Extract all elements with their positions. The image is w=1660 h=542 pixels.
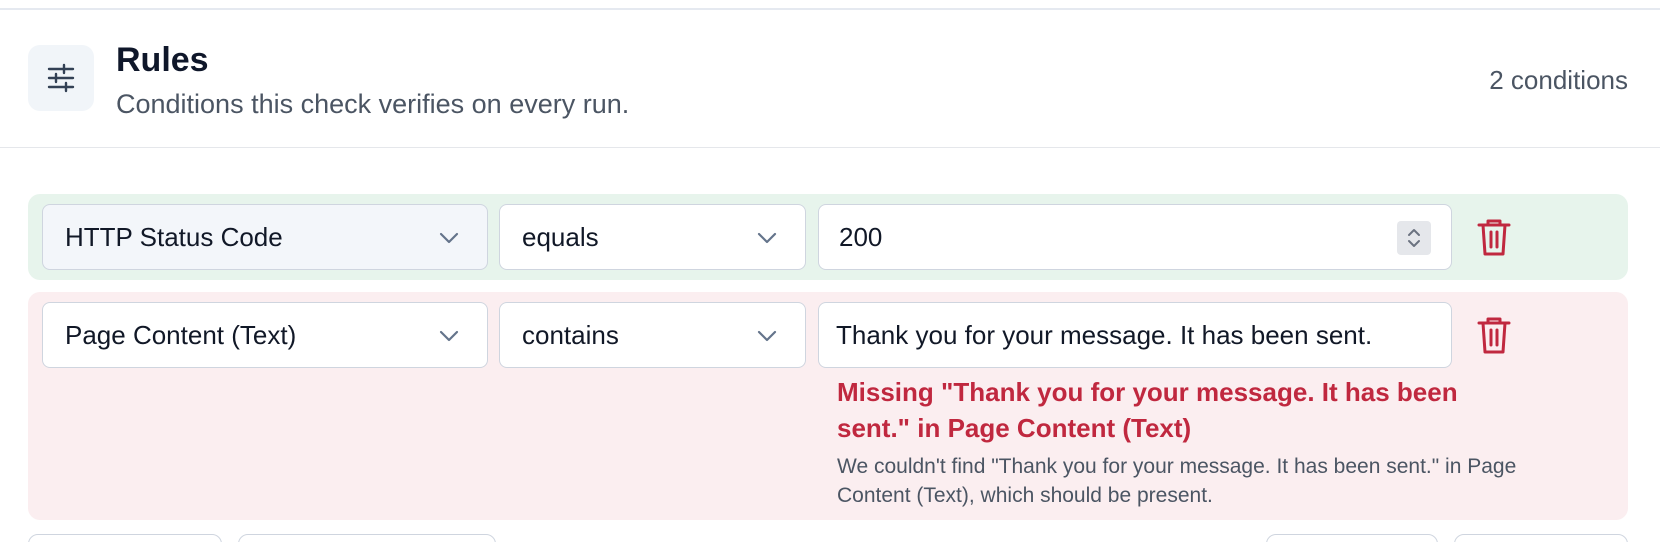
chevron-down-icon (439, 232, 459, 244)
rules-header: Rules Conditions this check verifies on … (0, 10, 1660, 148)
value-input-text: 200 (839, 221, 883, 252)
field-select-value: HTTP Status Code (65, 221, 283, 252)
rule-row-fail: Page Content (Text) contains Thank you f… (28, 292, 1628, 520)
error-detail: We couldn't find "Thank you for your mes… (837, 455, 1517, 507)
stepper-arrows-icon (1408, 229, 1420, 247)
operator-select[interactable]: contains (499, 302, 806, 368)
conditions-count: 2 conditions (1489, 65, 1628, 95)
footer-button[interactable] (238, 534, 496, 542)
operator-select-value: equals (522, 221, 599, 252)
section-title: Rules (116, 41, 209, 79)
chevron-down-icon (757, 330, 777, 342)
chevron-down-icon (439, 330, 459, 342)
footer-button[interactable] (28, 534, 222, 542)
operator-select[interactable]: equals (499, 204, 806, 270)
field-select[interactable]: Page Content (Text) (42, 302, 488, 368)
value-input-text: Thank you for your message. It has been … (836, 319, 1373, 350)
section-subtitle: Conditions this check verifies on every … (116, 89, 630, 119)
sliders-icon (28, 45, 94, 111)
field-select[interactable]: HTTP Status Code (42, 204, 488, 270)
footer-button[interactable] (1454, 534, 1628, 542)
field-select-value: Page Content (Text) (65, 319, 297, 350)
rule-row-pass: HTTP Status Code equals 200 (28, 194, 1628, 280)
delete-rule-button[interactable] (1476, 315, 1512, 355)
error-title: Missing "Thank you for your message. It … (837, 377, 1458, 443)
chevron-down-icon (757, 232, 777, 244)
value-text-input[interactable]: Thank you for your message. It has been … (818, 302, 1452, 368)
value-number-input[interactable]: 200 (818, 204, 1452, 270)
delete-rule-button[interactable] (1476, 217, 1512, 257)
number-stepper[interactable] (1397, 221, 1431, 255)
footer-button[interactable] (1266, 534, 1438, 542)
operator-select-value: contains (522, 319, 619, 350)
